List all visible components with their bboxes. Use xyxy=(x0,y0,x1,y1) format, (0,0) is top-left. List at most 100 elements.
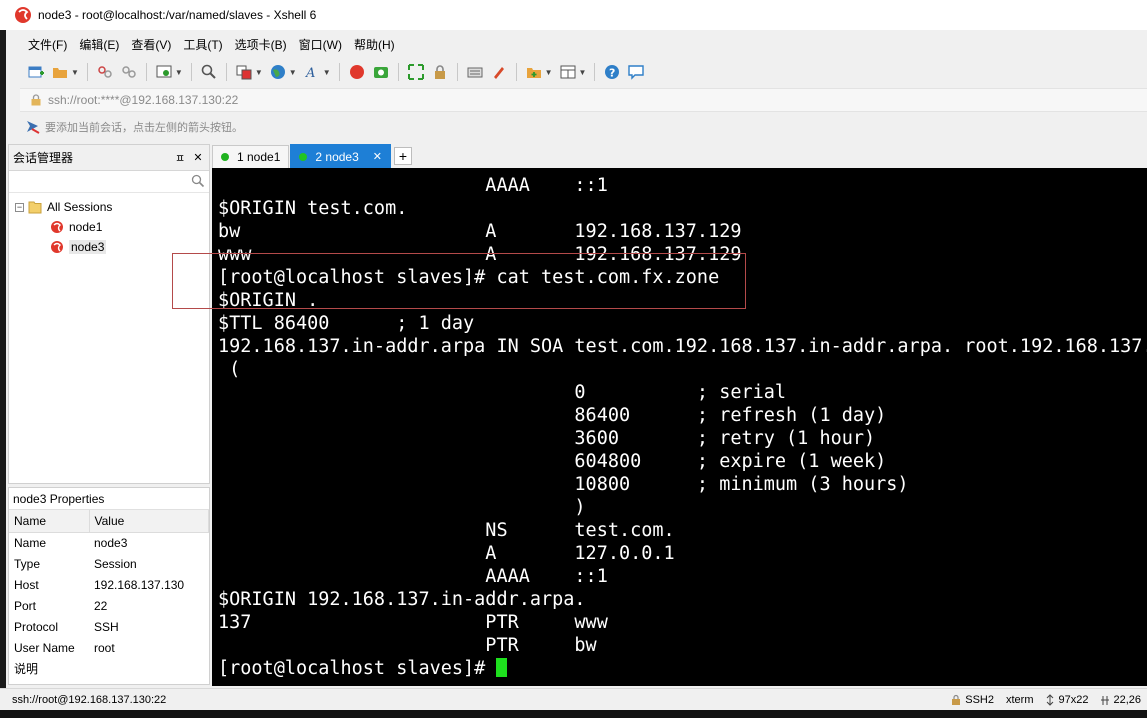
toolbar-divider xyxy=(190,63,192,81)
address-url[interactable]: ssh://root:****@192.168.137.130:22 xyxy=(48,93,238,107)
property-value: SSH xyxy=(94,619,119,634)
terminal-line: www A 192.168.137.129 xyxy=(218,244,742,265)
menu-tools[interactable]: 工具(T) xyxy=(177,36,228,53)
toolbar-divider xyxy=(225,63,227,81)
tree-item-node1[interactable]: node1 xyxy=(9,217,209,237)
transfer-icon[interactable] xyxy=(235,63,253,81)
status-protocol-label: SSH2 xyxy=(965,693,994,706)
layout-icon[interactable] xyxy=(559,63,577,81)
bookmark-arrow-icon[interactable] xyxy=(26,120,40,134)
taskbar-edge xyxy=(0,710,1147,718)
chevron-down-icon[interactable]: ▼ xyxy=(289,68,297,77)
globe-icon[interactable] xyxy=(269,63,287,81)
close-icon[interactable]: ✕ xyxy=(191,151,205,164)
lock-icon[interactable] xyxy=(431,63,449,81)
new-tab-button[interactable]: + xyxy=(394,147,412,165)
column-header[interactable]: Name xyxy=(9,510,90,533)
chevron-down-icon[interactable]: ▼ xyxy=(579,68,587,77)
terminal-line: $TTL 86400 ; 1 day xyxy=(218,313,475,334)
property-value: Session xyxy=(94,556,137,571)
svg-text:?: ? xyxy=(609,67,615,80)
xftp-icon[interactable] xyxy=(372,63,390,81)
add-folder-icon[interactable] xyxy=(525,63,543,81)
toolbar-divider xyxy=(515,63,517,81)
properties-icon[interactable] xyxy=(155,63,173,81)
xshell-logo-icon xyxy=(15,7,31,23)
session-tabs: 1 node1 2 node3 ✕ + xyxy=(212,144,1147,168)
property-key: Name xyxy=(14,535,47,550)
terminal-line: bw A 192.168.137.129 xyxy=(218,221,742,242)
highlight-pen-icon[interactable] xyxy=(490,63,508,81)
chat-icon[interactable] xyxy=(627,63,645,81)
menu-view[interactable]: 查看(V) xyxy=(125,36,177,53)
menu-tabs[interactable]: 选项卡(B) xyxy=(229,36,293,53)
tab-label: 2 node3 xyxy=(315,149,359,164)
tree-item-all-sessions[interactable]: − All Sessions xyxy=(9,197,209,217)
toolbar-divider xyxy=(338,63,340,81)
search-icon[interactable] xyxy=(191,174,205,188)
status-size: 97x22 xyxy=(1039,694,1094,706)
pin-icon[interactable]: ㅍ xyxy=(173,150,187,166)
address-bar[interactable]: ssh://root:****@192.168.137.130:22 xyxy=(20,88,1147,112)
chevron-down-icon[interactable]: ▼ xyxy=(545,68,553,77)
close-icon[interactable]: ✕ xyxy=(373,150,382,163)
table-row: Protocol SSH xyxy=(9,616,209,637)
session-search-input[interactable] xyxy=(9,171,209,193)
terminal-line: NS test.com. xyxy=(218,520,675,541)
title-bar: node3 - root@localhost:/var/named/slaves… xyxy=(0,0,1147,30)
new-session-icon[interactable] xyxy=(27,63,45,81)
column-header[interactable]: Value xyxy=(89,510,209,533)
tab-node3[interactable]: 2 node3 ✕ xyxy=(290,144,391,168)
help-icon[interactable]: ? xyxy=(603,63,621,81)
menu-file[interactable]: 文件(F) xyxy=(22,36,73,53)
terminal-cursor xyxy=(496,658,508,677)
left-edge-strip xyxy=(0,30,6,718)
tab-node1[interactable]: 1 node1 xyxy=(212,145,290,168)
chevron-down-icon[interactable]: ▼ xyxy=(71,68,79,77)
terminal-line: ) xyxy=(218,497,586,518)
table-row: Name node3 xyxy=(9,532,209,553)
menu-edit[interactable]: 编辑(E) xyxy=(73,36,125,53)
chevron-down-icon[interactable]: ▼ xyxy=(255,68,263,77)
properties-panel: node3 Properties Name Value Name node3 T… xyxy=(8,487,210,685)
terminal[interactable]: AAAA ::1 $ORIGIN test.com. bw A 192.168.… xyxy=(212,168,1147,686)
fullscreen-icon[interactable] xyxy=(407,63,425,81)
session-manager-panel: 会话管理器 ㅍ ✕ − All Sessions node1 node3 xyxy=(8,144,210,484)
font-icon[interactable]: A xyxy=(303,63,321,81)
hint-text: 要添加当前会话，点击左侧的箭头按钮。 xyxy=(45,122,243,134)
table-row: 说明 xyxy=(9,658,209,679)
chevron-down-icon[interactable]: ▼ xyxy=(175,68,183,77)
terminal-line: 0 ; serial xyxy=(218,382,787,403)
lock-icon xyxy=(952,694,961,705)
open-folder-icon[interactable] xyxy=(51,63,69,81)
property-key: Protocol xyxy=(14,619,59,634)
status-connection: ssh://root@192.168.137.130:22 xyxy=(12,693,167,706)
property-value: 22 xyxy=(94,598,108,613)
terminal-line: A 127.0.0.1 xyxy=(218,543,675,564)
menu-window[interactable]: 窗口(W) xyxy=(293,36,348,53)
lock-icon xyxy=(31,94,41,106)
status-terminal-type: xterm xyxy=(1005,693,1034,706)
property-value: root xyxy=(94,640,115,655)
tree-item-node3[interactable]: node3 xyxy=(9,237,209,257)
terminal-line: AAAA ::1 xyxy=(218,566,608,587)
property-value: node3 xyxy=(94,535,128,550)
chevron-down-icon[interactable]: ▼ xyxy=(323,68,331,77)
hint-bar: 要添加当前会话，点击左侧的箭头按钮。 xyxy=(20,115,1147,139)
xshell-logo-icon[interactable] xyxy=(348,63,366,81)
connect-icon[interactable] xyxy=(96,63,114,81)
table-row: Host 192.168.137.130 xyxy=(9,574,209,595)
collapse-icon[interactable]: − xyxy=(15,202,24,212)
find-icon[interactable] xyxy=(200,63,218,81)
disconnect-icon[interactable] xyxy=(120,63,138,81)
terminal-line: $ORIGIN test.com. xyxy=(218,198,408,219)
session-manager-header: 会话管理器 ㅍ ✕ xyxy=(9,145,209,171)
window-title: node3 - root@localhost:/var/named/slaves… xyxy=(38,8,317,22)
table-row: Type Session xyxy=(9,553,209,574)
keyboard-icon[interactable] xyxy=(466,63,484,81)
menu-help[interactable]: 帮助(H) xyxy=(348,36,401,53)
terminal-line: 86400 ; refresh (1 day) xyxy=(218,405,887,426)
status-size-label: 97x22 xyxy=(1058,693,1089,706)
tree-label: node1 xyxy=(69,220,103,234)
property-value: 192.168.137.130 xyxy=(94,577,185,592)
